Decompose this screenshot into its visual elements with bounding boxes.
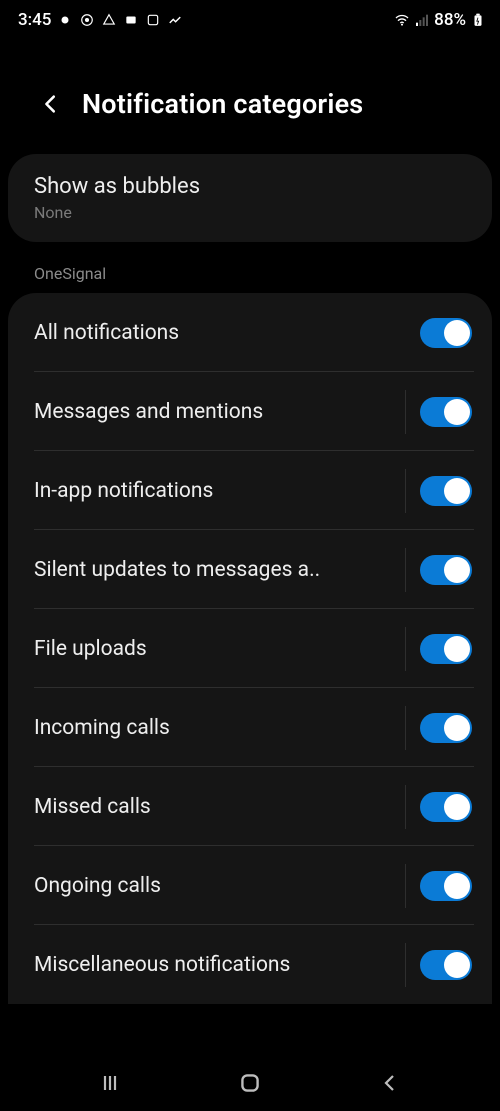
list-item[interactable]: All notifications — [8, 293, 492, 372]
app-icon-2 — [123, 12, 139, 28]
page-header: Notification categories — [0, 40, 500, 154]
home-button[interactable] — [226, 1067, 274, 1099]
battery-icon — [470, 12, 486, 28]
app-icon-3 — [145, 12, 161, 28]
list-item-label: In-app notifications — [34, 479, 213, 503]
list-item-label: All notifications — [34, 321, 179, 345]
bubbles-title: Show as bubbles — [34, 174, 466, 199]
vertical-separator — [405, 943, 406, 987]
navigation-bar — [0, 1055, 500, 1111]
list-item-label: Missed calls — [34, 795, 151, 819]
list-item-label: Miscellaneous notifications — [34, 953, 290, 977]
list-item[interactable]: Ongoing calls — [8, 846, 492, 925]
signal-icon — [414, 12, 430, 28]
vertical-separator — [405, 390, 406, 434]
toggle-switch[interactable] — [420, 950, 472, 980]
page-title: Notification categories — [82, 88, 363, 120]
trend-icon — [167, 12, 183, 28]
drive-icon — [101, 12, 117, 28]
bubbles-value: None — [34, 203, 466, 222]
status-bar: 3:45 — [0, 0, 500, 40]
list-item-label: Silent updates to messages a.. — [34, 558, 320, 582]
vertical-separator — [405, 469, 406, 513]
app-icon-1 — [57, 12, 73, 28]
toggle-switch[interactable] — [420, 634, 472, 664]
nav-back-button[interactable] — [366, 1067, 414, 1099]
list-item-label: Messages and mentions — [34, 400, 263, 424]
vertical-separator — [405, 785, 406, 829]
section-label-onesignal: OneSignal — [8, 242, 492, 293]
list-item[interactable]: Incoming calls — [8, 688, 492, 767]
vertical-separator — [405, 864, 406, 908]
list-item[interactable]: Miscellaneous notifications — [8, 925, 492, 1004]
list-item[interactable]: Missed calls — [8, 767, 492, 846]
vertical-separator — [405, 706, 406, 750]
toggle-switch[interactable] — [420, 476, 472, 506]
list-item[interactable]: In-app notifications — [8, 451, 492, 530]
notification-category-list: All notifications Messages and mentions … — [8, 293, 492, 1004]
show-as-bubbles-row[interactable]: Show as bubbles None — [8, 154, 492, 242]
list-item-label: File uploads — [34, 637, 147, 661]
toggle-switch[interactable] — [420, 318, 472, 348]
toggle-switch[interactable] — [420, 397, 472, 427]
battery-percent: 88% — [434, 10, 466, 30]
clock: 3:45 — [18, 10, 51, 30]
list-item-label: Ongoing calls — [34, 874, 161, 898]
list-item[interactable]: Silent updates to messages a.. — [8, 530, 492, 609]
recents-button[interactable] — [86, 1067, 134, 1099]
wifi-icon — [394, 12, 410, 28]
toggle-switch[interactable] — [420, 871, 472, 901]
vertical-separator — [405, 548, 406, 592]
list-item-label: Incoming calls — [34, 716, 170, 740]
toggle-switch[interactable] — [420, 713, 472, 743]
chrome-icon — [79, 12, 95, 28]
toggle-switch[interactable] — [420, 792, 472, 822]
back-button[interactable] — [38, 91, 64, 117]
vertical-separator — [405, 627, 406, 671]
list-item[interactable]: Messages and mentions — [8, 372, 492, 451]
toggle-switch[interactable] — [420, 555, 472, 585]
list-item[interactable]: File uploads — [8, 609, 492, 688]
